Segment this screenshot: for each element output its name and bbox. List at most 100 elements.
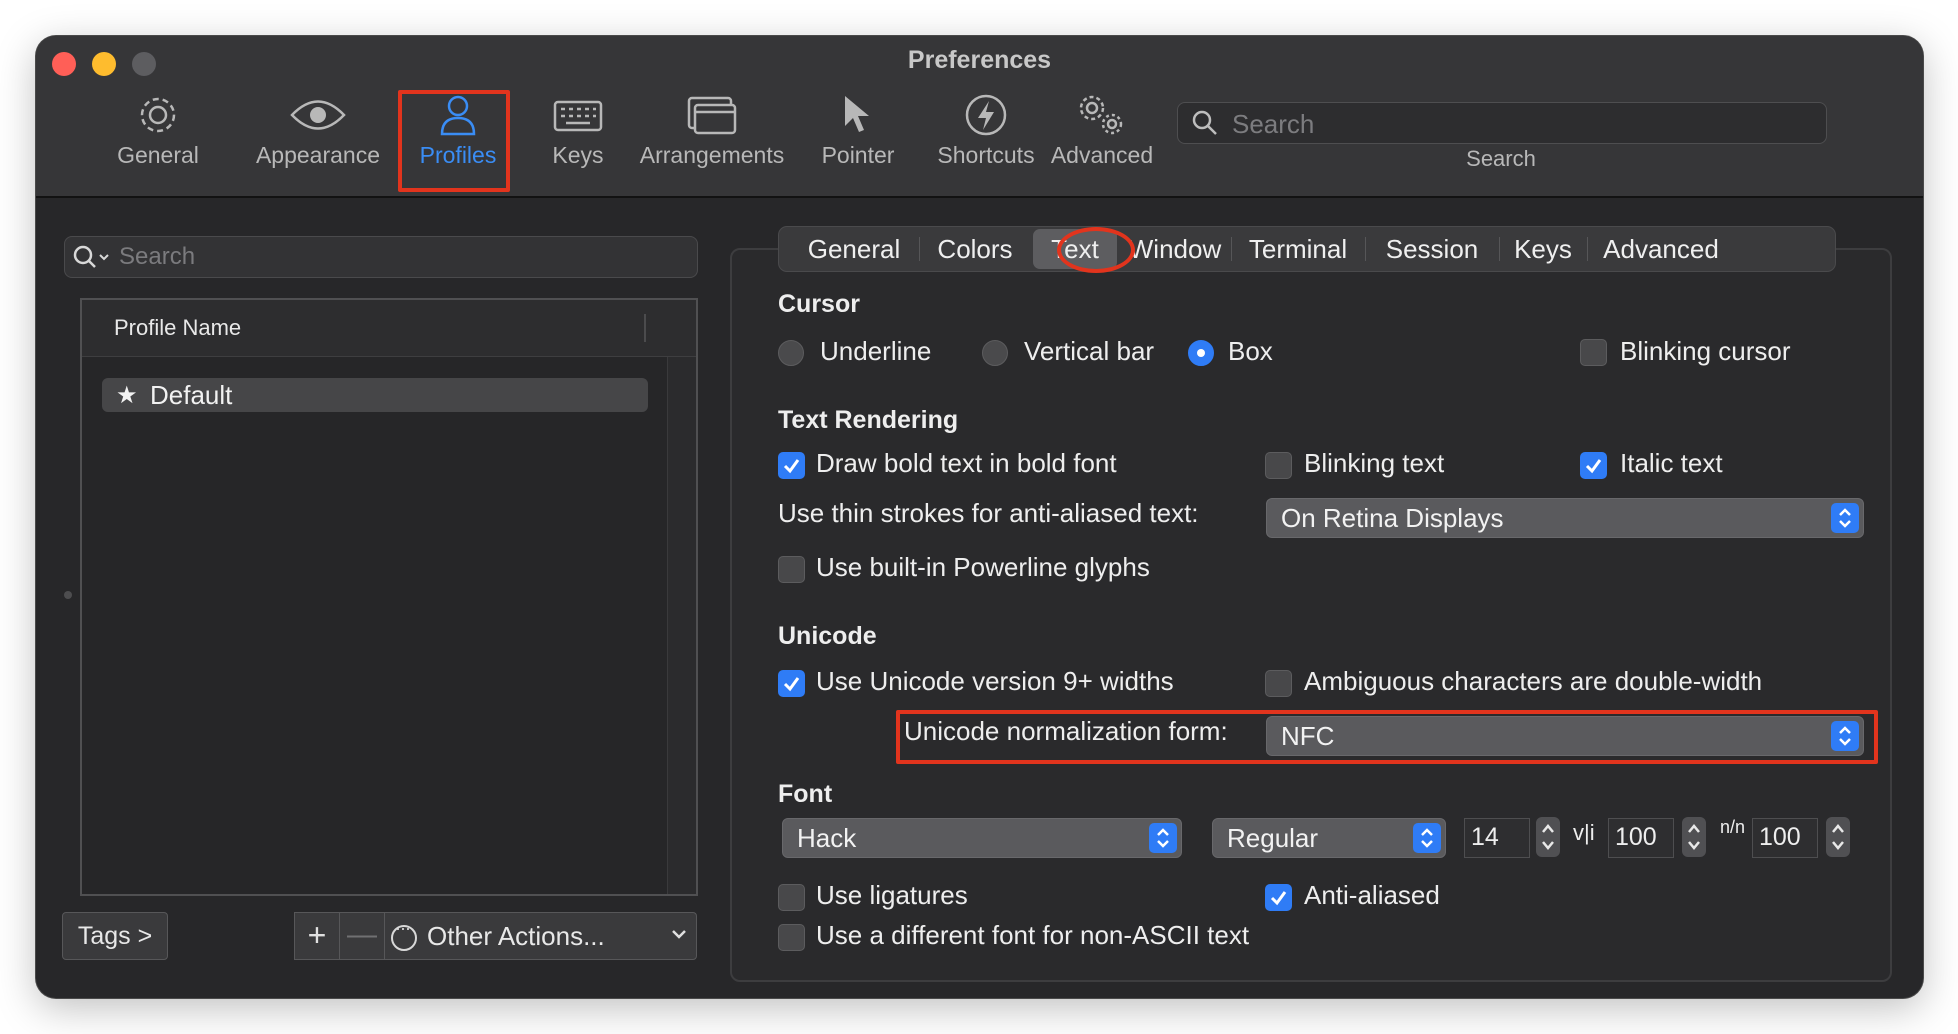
toolbar-general-label: General — [117, 142, 199, 168]
font-family-popup[interactable]: Hack — [782, 818, 1182, 858]
tab-general[interactable]: General — [791, 227, 917, 271]
tab-terminal[interactable]: Terminal — [1233, 227, 1363, 271]
cursor-underline-radio[interactable] — [778, 340, 804, 366]
toolbar-advanced[interactable]: Advanced — [1040, 92, 1164, 169]
tags-button[interactable]: Tags > — [62, 912, 168, 960]
unicode-v9-label: Use Unicode version 9+ widths — [816, 666, 1174, 696]
window-title: Preferences — [907, 46, 1052, 74]
cursor-vertical-bar-radio[interactable] — [982, 340, 1008, 366]
profile-table-scrollbar[interactable] — [667, 357, 696, 894]
profile-row[interactable]: ★ Default — [102, 378, 648, 412]
other-actions-button[interactable]: Other Actions... — [384, 912, 697, 960]
toolbar-keys-label: Keys — [552, 142, 604, 168]
gear-icon — [104, 92, 212, 142]
updown-arrows-icon — [1149, 823, 1177, 853]
unicode-section-title: Unicode — [778, 622, 877, 650]
vertical-spacing-stepper[interactable] — [1826, 817, 1850, 857]
add-profile-button[interactable]: + — [294, 912, 340, 960]
ellipsis-circle-icon — [391, 918, 417, 951]
toolbar-advanced-label: Advanced — [1050, 142, 1154, 168]
search-icon — [1192, 110, 1218, 141]
font-style-popup[interactable]: Regular — [1212, 818, 1446, 858]
non-ascii-font-checkbox[interactable] — [778, 924, 805, 951]
toolbar-appearance-label: Appearance — [255, 142, 381, 168]
thin-strokes-popup[interactable]: On Retina Displays — [1266, 498, 1864, 538]
blinking-cursor-checkbox[interactable] — [1580, 339, 1607, 366]
windows-icon — [626, 92, 798, 142]
preferences-window: Preferences General Appearance Profiles … — [36, 36, 1923, 998]
toolbar-pointer-label: Pointer — [821, 142, 895, 168]
toolbar-shortcuts[interactable]: Shortcuts — [912, 92, 1060, 169]
ligatures-label: Use ligatures — [816, 880, 968, 910]
ambiguous-width-label: Ambiguous characters are double-width — [1304, 666, 1763, 696]
toolbar-pointer[interactable]: Pointer — [806, 92, 910, 169]
keyboard-icon — [528, 92, 628, 142]
cursor-box-radio[interactable] — [1188, 340, 1214, 366]
font-family-value: Hack — [797, 823, 857, 853]
pointer-icon — [806, 92, 910, 142]
toolbar-arrangements[interactable]: Arrangements — [626, 92, 798, 169]
text-tab-highlight-circle — [1057, 227, 1135, 273]
profile-name-column[interactable]: Profile Name — [114, 315, 241, 341]
ligatures-checkbox[interactable] — [778, 884, 805, 911]
bolt-icon — [912, 92, 1060, 142]
cursor-section-title: Cursor — [778, 290, 860, 318]
profile-tab-bar: General Colors Text Window Terminal Sess… — [778, 226, 1836, 272]
vertical-spacing-value: 100 — [1759, 823, 1801, 851]
normalization-highlight-box — [896, 710, 1878, 764]
powerline-checkbox[interactable] — [778, 556, 805, 583]
horizontal-spacing-field[interactable]: 100 — [1608, 818, 1674, 858]
profiles-highlight-box — [398, 90, 510, 192]
italic-text-checkbox[interactable] — [1580, 452, 1607, 479]
ambiguous-width-checkbox[interactable] — [1265, 670, 1292, 697]
thin-strokes-label: Use thin strokes for anti-aliased text: — [778, 498, 1199, 528]
horizontal-spacing-value: 100 — [1615, 823, 1657, 851]
anti-aliased-checkbox[interactable] — [1265, 884, 1292, 911]
tab-keys[interactable]: Keys — [1501, 227, 1585, 271]
search-icon — [73, 244, 113, 275]
blinking-text-label: Blinking text — [1304, 448, 1445, 478]
toolbar-shortcuts-label: Shortcuts — [937, 142, 1035, 168]
toolbar-appearance[interactable]: Appearance — [248, 92, 388, 169]
horizontal-spacing-icon: v|i — [1573, 820, 1595, 845]
profile-table-header: Profile Name — [82, 300, 696, 357]
toolbar-search-label: Search — [1466, 146, 1536, 171]
font-section-title: Font — [778, 780, 833, 808]
remove-profile-button[interactable]: — — [339, 912, 385, 960]
non-ascii-font-label: Use a different font for non-ASCII text — [816, 920, 1250, 950]
updown-arrows-icon — [1831, 503, 1859, 533]
blinking-text-checkbox[interactable] — [1265, 452, 1292, 479]
tab-session[interactable]: Session — [1367, 227, 1497, 271]
toolbar: Preferences General Appearance Profiles … — [36, 36, 1923, 198]
font-size-stepper[interactable] — [1536, 817, 1560, 857]
toolbar-search-placeholder: Search — [1232, 109, 1315, 139]
cursor-underline-label: Underline — [820, 336, 932, 366]
tab-colors[interactable]: Colors — [921, 227, 1029, 271]
profile-table: Profile Name ★ Default — [80, 298, 698, 896]
toolbar-keys[interactable]: Keys — [528, 92, 628, 169]
font-style-value: Regular — [1227, 823, 1319, 853]
toolbar-arrangements-label: Arrangements — [639, 142, 785, 168]
tab-advanced[interactable]: Advanced — [1589, 227, 1733, 271]
unicode-v9-checkbox[interactable] — [778, 670, 805, 697]
font-size-value: 14 — [1471, 823, 1499, 851]
column-divider — [644, 314, 646, 342]
tab-window[interactable]: Window — [1121, 227, 1229, 271]
bold-font-checkbox[interactable] — [778, 452, 805, 479]
chevron-down-icon — [670, 921, 688, 953]
toolbar-general[interactable]: General — [104, 92, 212, 169]
profile-search-placeholder: Search — [119, 243, 196, 270]
eye-icon — [248, 92, 388, 142]
split-handle[interactable] — [64, 591, 72, 599]
text-rendering-section-title: Text Rendering — [778, 406, 959, 434]
horizontal-spacing-stepper[interactable] — [1682, 817, 1706, 857]
bold-font-label: Draw bold text in bold font — [816, 448, 1117, 478]
cursor-vertical-bar-label: Vertical bar — [1024, 336, 1155, 366]
profile-search-input[interactable]: Search — [64, 236, 698, 278]
toolbar-search-input[interactable]: Search — [1177, 102, 1827, 144]
powerline-label: Use built-in Powerline glyphs — [816, 552, 1150, 582]
italic-text-label: Italic text — [1620, 448, 1723, 478]
font-size-field[interactable]: 14 — [1464, 818, 1530, 858]
vertical-spacing-field[interactable]: 100 — [1752, 818, 1818, 858]
cursor-box-label: Box — [1228, 336, 1273, 366]
